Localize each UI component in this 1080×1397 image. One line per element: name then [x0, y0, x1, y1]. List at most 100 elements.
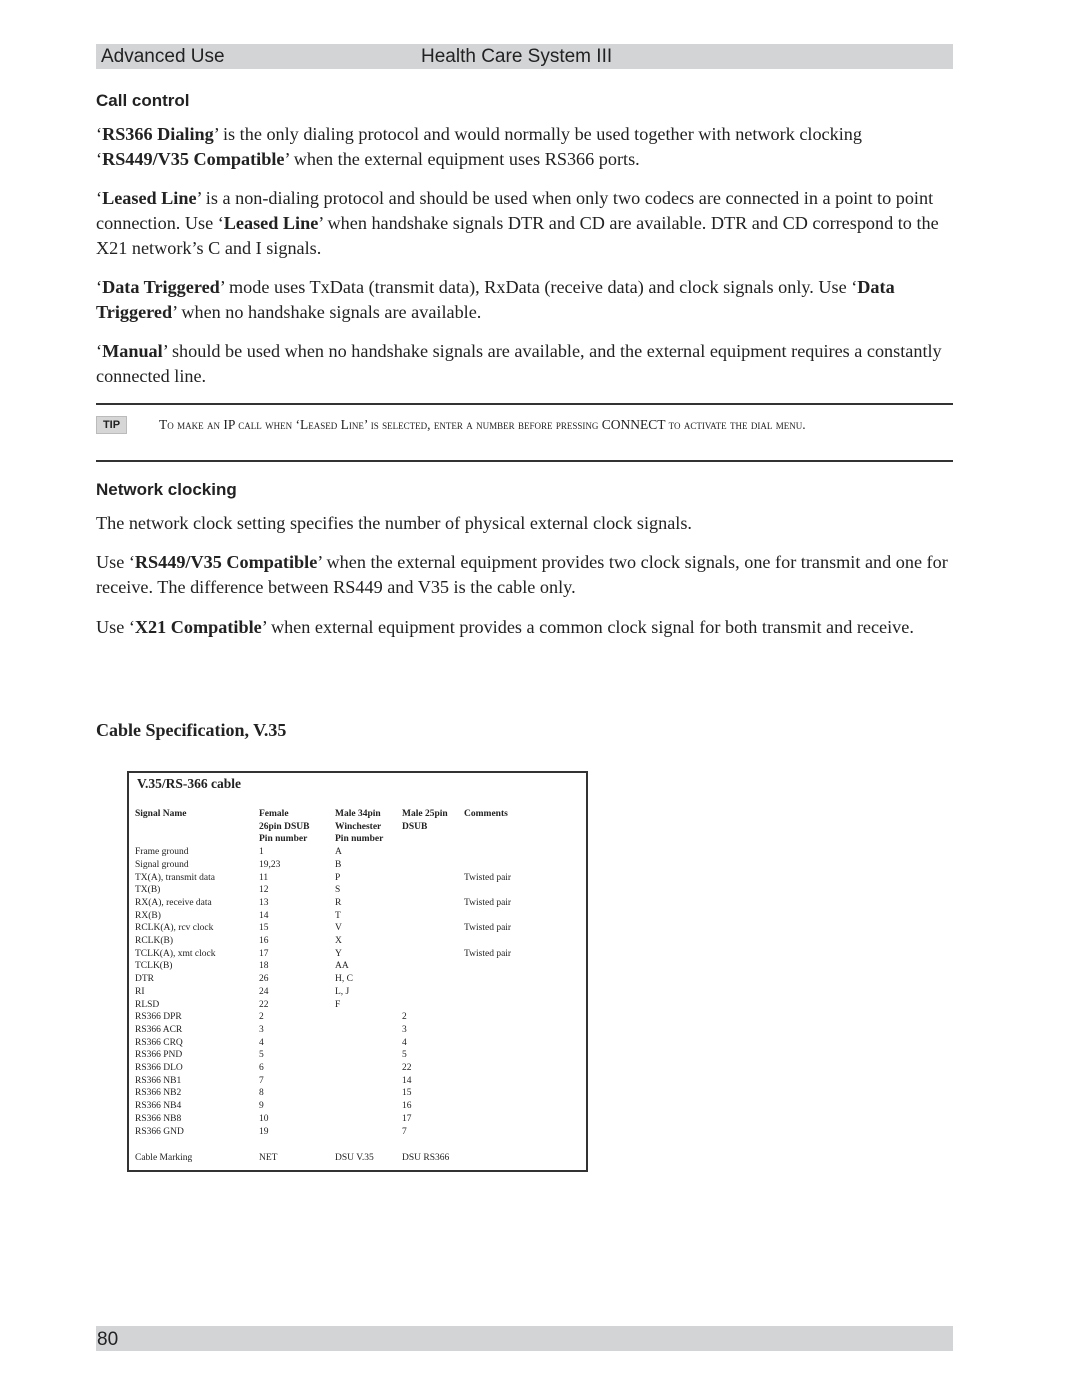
cable-table-body: Frame ground 1 A Signal ground 19,23 B TX(A), … [135, 846, 544, 1165]
male-34pin-cell: Y [335, 948, 342, 959]
tip-top-rule [96, 403, 953, 405]
signal-name-cell: TX(B) [135, 885, 161, 896]
signal-name-cell: RS366 PND [135, 1050, 183, 1061]
table-row: RS366 GND 19 7 [135, 1126, 544, 1139]
table-row: RCLK(A), rcv clock 15 V Twisted pair [135, 922, 544, 935]
table-row: RS366 NB1 7 14 [135, 1075, 544, 1088]
male-34pin-cell: AA [335, 961, 349, 972]
comments-cell [464, 1100, 544, 1113]
female-26pin-cell: 26 [259, 974, 269, 985]
comments-cell [464, 1152, 544, 1165]
signal-name-cell: RS366 NB2 [135, 1088, 182, 1099]
text-run: ’ when external equipment provides a com… [261, 617, 914, 637]
signal-name-cell: RS366 DPR [135, 1012, 182, 1023]
male-34pin-cell: H, C [335, 974, 353, 985]
signal-name-cell: RS366 DLO [135, 1063, 183, 1074]
male-25pin-cell: 14 [402, 1075, 412, 1086]
male-34pin-cell [335, 1062, 402, 1075]
male-34pin-cell [335, 1126, 402, 1139]
female-26pin-cell: 19,23 [259, 859, 281, 870]
signal-name-cell: RX(A), receive data [135, 897, 212, 908]
text-run: Use ‘ [96, 552, 135, 572]
table-row: RS366 DLO 6 22 [135, 1062, 544, 1075]
male-34pin-cell: S [335, 885, 341, 896]
paragraph-leased-line: ‘Leased Line’ is a non-dialing protocol … [96, 186, 956, 261]
column-header-comments: Comments [464, 809, 508, 819]
female-26pin-cell: 14 [259, 910, 269, 921]
signal-name-cell: Frame ground [135, 847, 189, 858]
male-34pin-cell: V [335, 923, 342, 934]
text-run: ’ when the external equipment uses RS366… [284, 149, 640, 169]
column-header-male-25pin: Male 25pin DSUB [402, 809, 448, 832]
female-26pin-cell: 16 [259, 936, 269, 947]
table-row: RCLK(B) 16 X [135, 935, 544, 948]
table-row: Signal ground 19,23 B [135, 859, 544, 872]
signal-name-cell: RS366 GND [135, 1126, 184, 1137]
male-25pin-cell: 4 [402, 1037, 407, 1048]
comments-cell: Twisted pair [464, 923, 512, 934]
male-25pin-cell [402, 948, 464, 961]
comments-cell: Twisted pair [464, 872, 512, 883]
comments-cell [464, 1024, 544, 1037]
cable-pinout-table: Signal Name Female 26pin DSUB Pin number M… [135, 808, 544, 1165]
tip-badge: TIP [96, 416, 127, 434]
column-header-female-26pin: Female 26pin DSUB Pin number [259, 809, 310, 845]
male-25pin-cell: 5 [402, 1050, 407, 1061]
comments-cell [464, 846, 544, 859]
table-row: Frame ground 1 A [135, 846, 544, 859]
table-row: RS366 CRQ 4 4 [135, 1037, 544, 1050]
heading-call-control: Call control [96, 91, 190, 110]
table-row: RX(A), receive data 13 R Twisted pair [135, 897, 544, 910]
male-34pin-cell [335, 1100, 402, 1113]
comments-cell [464, 910, 544, 923]
female-26pin-cell: 7 [259, 1075, 264, 1086]
tip-bottom-rule [96, 460, 953, 462]
male-34pin-cell [335, 1037, 402, 1050]
comments-cell [464, 1113, 544, 1126]
male-34pin-cell [335, 1011, 402, 1024]
female-26pin-cell: 13 [259, 897, 269, 908]
comments-cell [464, 973, 544, 986]
male-34pin-cell [335, 1113, 402, 1126]
signal-name-cell: RS366 ACR [135, 1024, 183, 1035]
female-26pin-cell: 11 [259, 872, 269, 883]
signal-name-cell: TX(A), transmit data [135, 872, 215, 883]
paragraph-manual: ‘Manual’ should be used when no handshak… [96, 339, 956, 389]
signal-name-cell: DTR [135, 974, 154, 985]
page-number: 80 [97, 1329, 119, 1350]
female-26pin-cell: 19 [259, 1126, 269, 1137]
text-run: ’ when no handshake signals are availabl… [172, 302, 482, 322]
signal-name-cell: RX(B) [135, 910, 161, 921]
male-34pin-cell: F [335, 999, 341, 1010]
cable-marking-row: Cable Marking NET DSU V.35 DSU RS366 [135, 1152, 544, 1165]
column-header-signal-name: Signal Name [135, 809, 187, 819]
female-26pin-cell: 8 [259, 1088, 264, 1099]
paragraph-rs366-dialing: ‘RS366 Dialing’ is the only dialing prot… [96, 122, 956, 172]
comments-cell [464, 859, 544, 872]
heading-network-clocking: Network clocking [96, 480, 237, 499]
table-row: RS366 NB2 8 15 [135, 1087, 544, 1100]
male-25pin-cell [402, 872, 464, 885]
female-26pin-cell: 15 [259, 923, 269, 934]
signal-name-cell: RCLK(B) [135, 936, 173, 947]
emphasized-term: Data Triggered [102, 277, 220, 297]
male-25pin-cell: 2 [402, 1012, 407, 1023]
comments-cell [464, 1037, 544, 1050]
female-26pin-cell: 4 [259, 1037, 264, 1048]
female-26pin-cell: 1 [259, 847, 264, 858]
signal-name-cell: RS366 NB4 [135, 1101, 182, 1112]
emphasized-term: X21 Compatible [134, 617, 262, 637]
male-25pin-cell: 22 [402, 1063, 412, 1074]
signal-name-cell: RCLK(A), rcv clock [135, 923, 214, 934]
emphasized-term: Leased Line [102, 188, 197, 208]
male-25pin-cell [402, 897, 464, 910]
female-26pin-cell: 17 [259, 948, 269, 959]
signal-name-cell: RLSD [135, 999, 160, 1010]
paragraph-x21: Use ‘X21 Compatible’ when external equip… [96, 615, 956, 640]
signal-name-cell: RS366 CRQ [135, 1037, 183, 1048]
male-25pin-cell [402, 884, 464, 897]
male-34pin-cell: P [335, 872, 341, 883]
signal-name-cell: Cable Marking [135, 1153, 193, 1164]
table-row: RS366 PND 5 5 [135, 1049, 544, 1062]
signal-name-cell: RS366 NB8 [135, 1113, 182, 1124]
